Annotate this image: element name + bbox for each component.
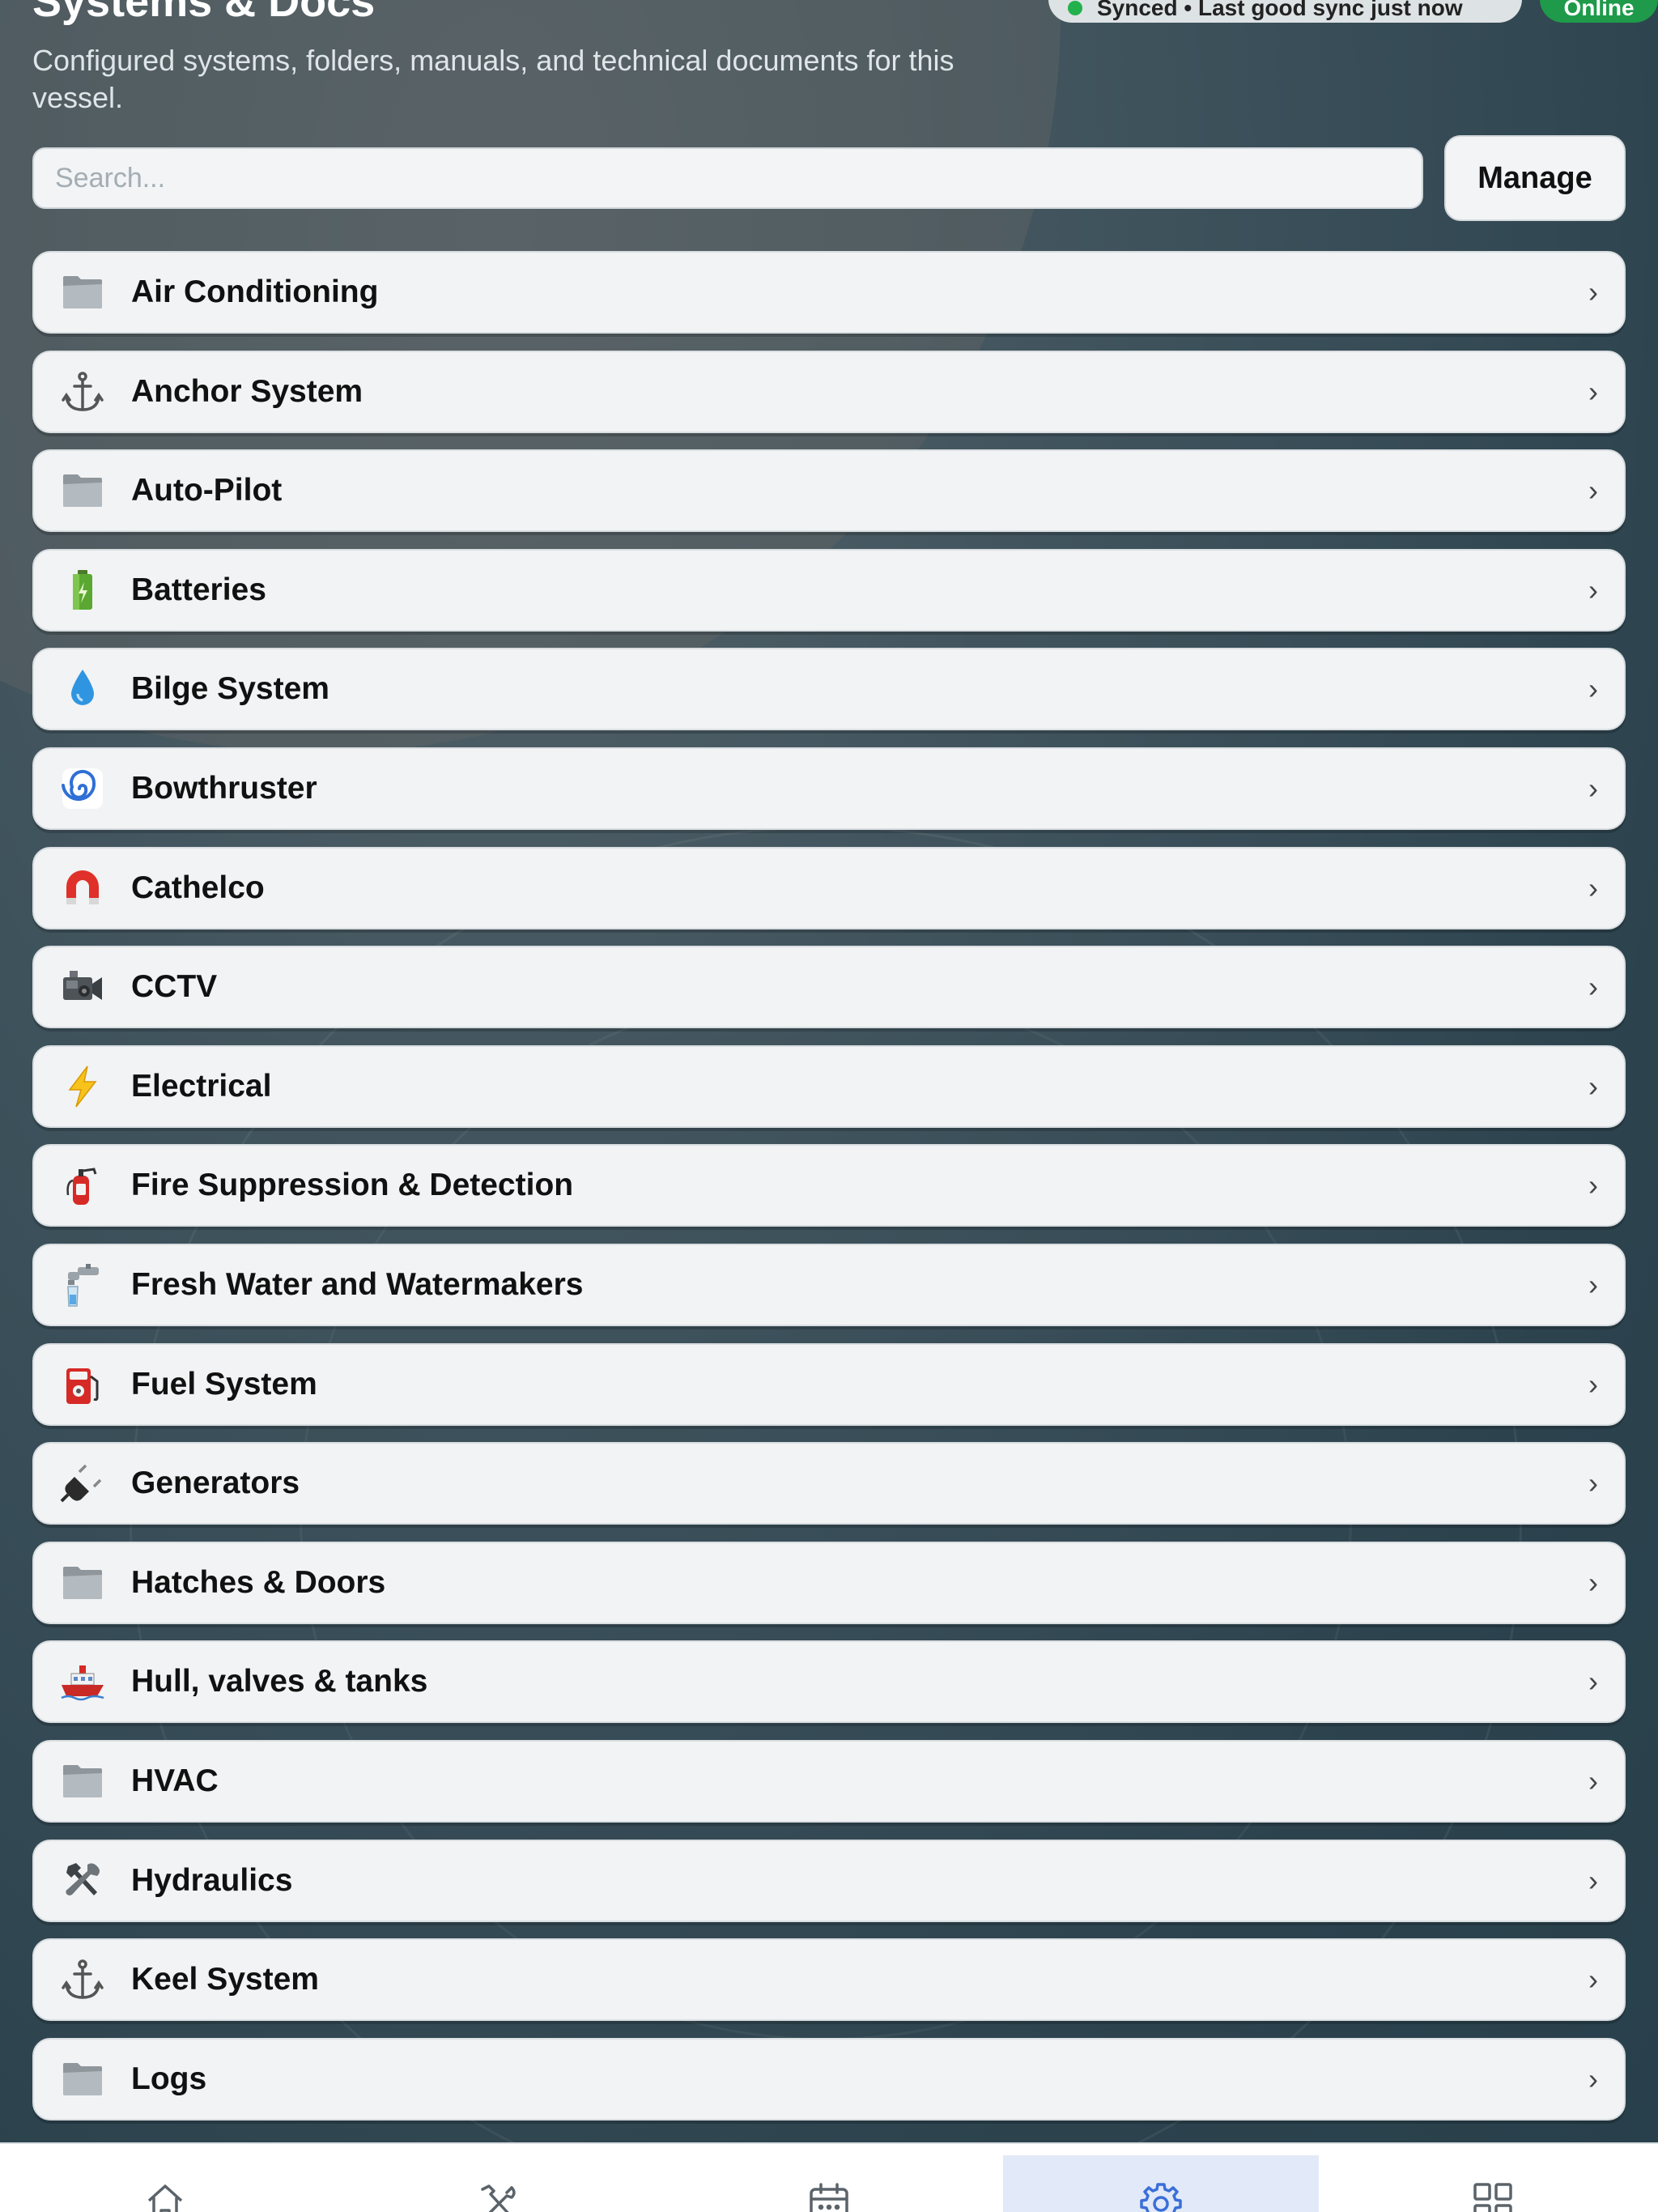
system-row[interactable]: Generators › [32, 1442, 1626, 1525]
system-row[interactable]: Bilge System › [32, 648, 1626, 730]
system-row[interactable]: Auto-Pilot › [32, 449, 1626, 532]
video-camera-icon [58, 963, 107, 1011]
system-row-label: Electrical [131, 1069, 272, 1104]
chevron-right-icon: › [1588, 1168, 1598, 1202]
folder-icon [58, 466, 107, 515]
system-row-label: Logs [131, 2061, 207, 2096]
cyclone-icon [58, 764, 107, 813]
system-row[interactable]: HVAC › [32, 1740, 1626, 1823]
folder-icon [58, 1559, 107, 1607]
system-row-label: Generators [131, 1465, 300, 1500]
folder-icon [58, 268, 107, 317]
tools-icon [474, 2180, 520, 2212]
gear-icon [1138, 2180, 1184, 2212]
system-row[interactable]: Hull, valves & tanks › [32, 1640, 1626, 1723]
system-row-label: Hydraulics [131, 1863, 293, 1898]
tab-grid[interactable] [1335, 2155, 1651, 2212]
bottom-tab-bar [0, 2142, 1658, 2212]
search-input[interactable] [32, 147, 1423, 209]
chevron-right-icon: › [1588, 1764, 1598, 1797]
system-row[interactable]: CCTV › [32, 946, 1626, 1028]
system-row[interactable]: Keel System › [32, 1938, 1626, 2021]
chevron-right-icon: › [1588, 772, 1598, 805]
plug-icon [58, 1459, 107, 1508]
chevron-right-icon: › [1588, 1665, 1598, 1698]
tab-tools[interactable] [339, 2155, 655, 2212]
system-row[interactable]: Air Conditioning › [32, 251, 1626, 334]
chevron-right-icon: › [1588, 1466, 1598, 1499]
magnet-icon [58, 864, 107, 912]
tab-gear[interactable] [1003, 2155, 1319, 2212]
lightning-icon [58, 1062, 107, 1111]
manage-button[interactable]: Manage [1444, 135, 1626, 221]
system-row[interactable]: Cathelco › [32, 847, 1626, 929]
system-row[interactable]: Logs › [32, 2038, 1626, 2121]
chevron-right-icon: › [1588, 573, 1598, 606]
system-row-label: CCTV [131, 969, 218, 1004]
folder-icon [58, 1757, 107, 1806]
sync-status-text: Synced • Last good sync just now [1097, 0, 1463, 20]
chevron-right-icon: › [1588, 375, 1598, 408]
chevron-right-icon: › [1588, 1566, 1598, 1599]
chevron-right-icon: › [1588, 2062, 1598, 2095]
page-title: Systems & Docs [32, 0, 376, 26]
system-row-label: Hull, valves & tanks [131, 1664, 428, 1699]
home-icon [142, 2180, 188, 2212]
system-row[interactable]: Electrical › [32, 1045, 1626, 1128]
system-row-label: Batteries [131, 572, 266, 607]
chevron-right-icon: › [1588, 1864, 1598, 1897]
page-header: Systems & Docs Configured systems, folde… [32, 0, 1658, 121]
faucet-icon [58, 1261, 107, 1309]
system-row-label: Air Conditioning [131, 274, 379, 309]
ship-icon [58, 1657, 107, 1706]
anchor-icon [58, 368, 107, 416]
chevron-right-icon: › [1588, 871, 1598, 904]
chevron-right-icon: › [1588, 672, 1598, 705]
system-row-label: Fire Suppression & Detection [131, 1168, 574, 1202]
page-subtitle: Configured systems, folders, manuals, an… [32, 44, 954, 114]
grid-icon [1470, 2180, 1516, 2212]
folder-icon [58, 2055, 107, 2104]
system-row[interactable]: Fresh Water and Watermakers › [32, 1244, 1626, 1326]
chevron-right-icon: › [1588, 275, 1598, 308]
system-row[interactable]: Bowthruster › [32, 747, 1626, 830]
anchor-icon [58, 1955, 107, 2004]
system-row[interactable]: Fuel System › [32, 1343, 1626, 1426]
chevron-right-icon: › [1588, 970, 1598, 1003]
tab-home[interactable] [7, 2155, 323, 2212]
system-row-label: Bilge System [131, 671, 329, 706]
chevron-right-icon: › [1588, 1268, 1598, 1301]
sync-status-badge: Synced • Last good sync just now [1048, 0, 1522, 23]
droplet-icon [58, 665, 107, 713]
system-row[interactable]: Anchor System › [32, 351, 1626, 433]
system-row-label: Bowthruster [131, 771, 317, 806]
fuel-pump-icon [58, 1360, 107, 1409]
tools-icon [58, 1857, 107, 1905]
chevron-right-icon: › [1588, 474, 1598, 507]
chevron-right-icon: › [1588, 1963, 1598, 1996]
system-row[interactable]: Hydraulics › [32, 1840, 1626, 1922]
system-row[interactable]: Hatches & Doors › [32, 1542, 1626, 1624]
system-row-label: Anchor System [131, 374, 363, 409]
calendar-icon [806, 2180, 852, 2212]
system-row-label: HVAC [131, 1763, 219, 1798]
battery-icon [58, 566, 107, 615]
system-row-label: Auto-Pilot [131, 473, 283, 508]
online-status-badge: Online [1540, 0, 1658, 23]
system-row-label: Fresh Water and Watermakers [131, 1267, 584, 1302]
fire-extinguisher-icon [58, 1161, 107, 1210]
system-row-label: Hatches & Doors [131, 1565, 386, 1600]
system-row[interactable]: Fire Suppression & Detection › [32, 1144, 1626, 1227]
chevron-right-icon: › [1588, 1368, 1598, 1401]
system-row-label: Keel System [131, 1962, 319, 1997]
chevron-right-icon: › [1588, 1070, 1598, 1103]
system-row-label: Cathelco [131, 870, 265, 905]
system-row[interactable]: Batteries › [32, 549, 1626, 632]
tab-calendar[interactable] [671, 2155, 987, 2212]
sync-status-dot-icon [1068, 1, 1082, 15]
system-row-label: Fuel System [131, 1367, 317, 1402]
